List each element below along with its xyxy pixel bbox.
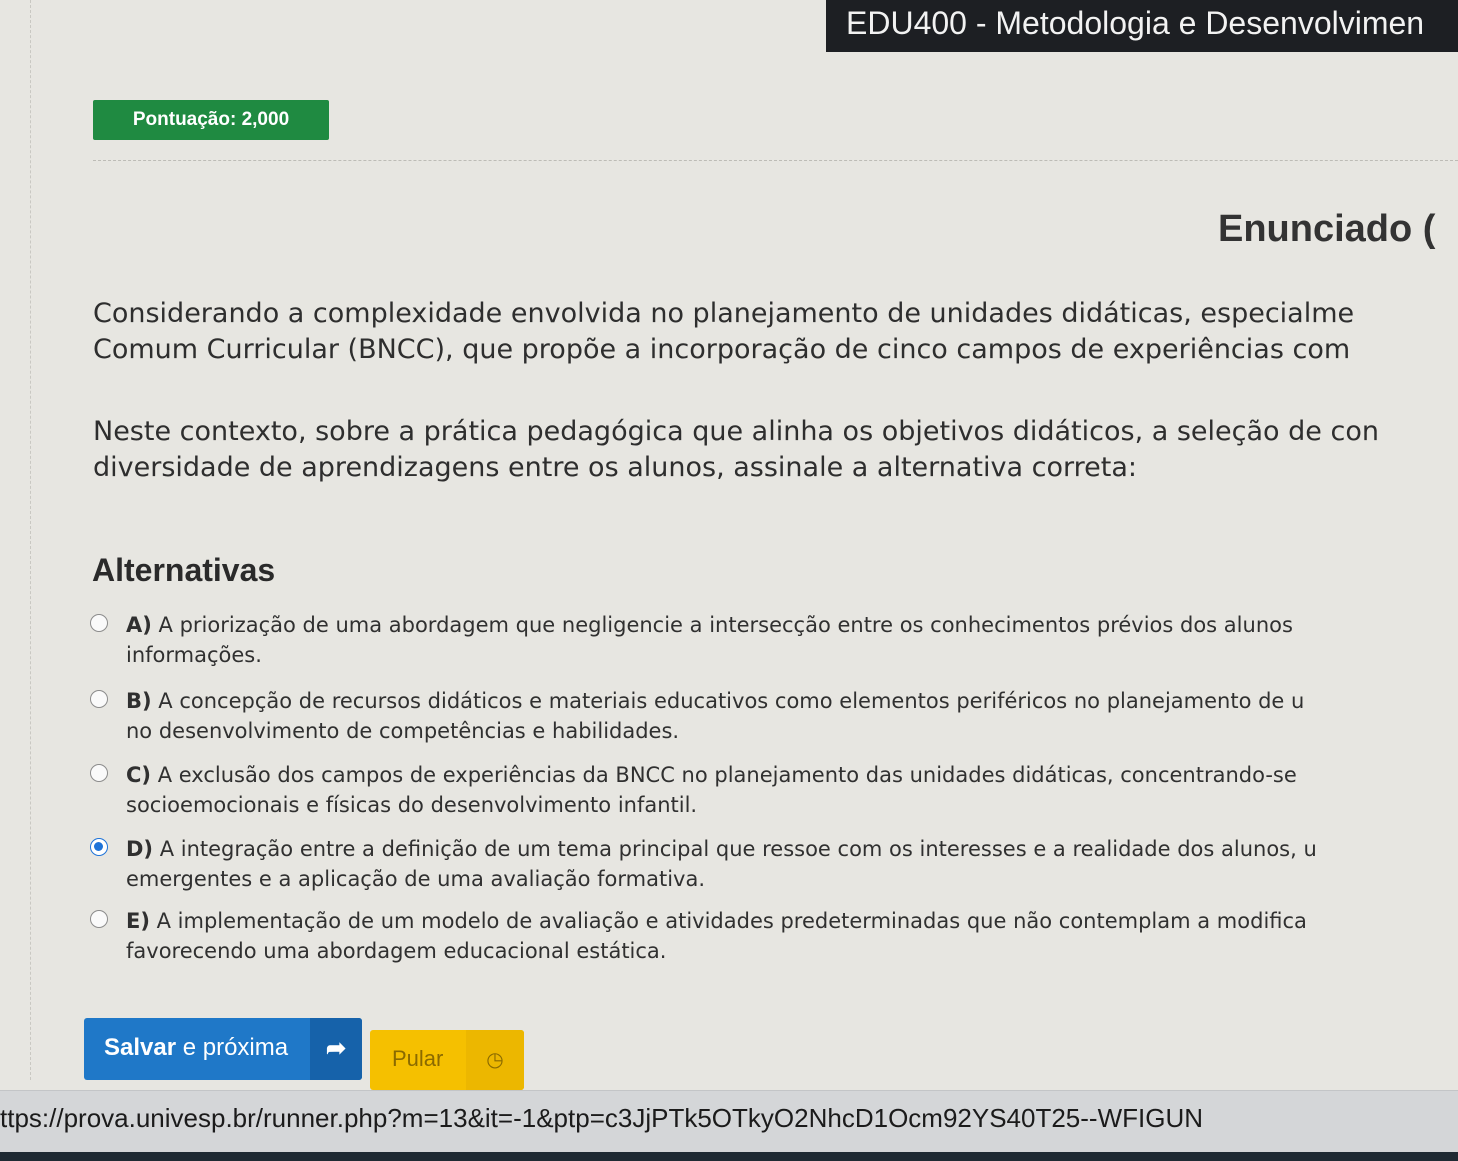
option-text-line: A concepção de recursos didáticos e mate… bbox=[151, 689, 1305, 713]
alternative-b-text[interactable]: B) A concepção de recursos didáticos e m… bbox=[126, 686, 1458, 746]
score-badge: Pontuação: 2,000 bbox=[93, 100, 329, 140]
course-title: EDU400 - Metodologia e Desenvolvimen bbox=[846, 5, 1425, 41]
radio-button-b[interactable] bbox=[90, 690, 108, 708]
alternative-a[interactable]: A) A priorização de uma abordagem que ne… bbox=[88, 610, 1458, 680]
option-text-line: socioemocionais e físicas do desenvolvim… bbox=[126, 793, 698, 817]
option-text-line: favorecendo uma abordagem educacional es… bbox=[126, 939, 667, 963]
statement-line: Comum Curricular (BNCC), que propõe a in… bbox=[93, 334, 1351, 365]
option-text-line: A priorização de uma abordagem que negli… bbox=[151, 613, 1293, 637]
radio-button-e[interactable] bbox=[90, 910, 108, 928]
statement-line: Considerando a complexidade envolvida no… bbox=[93, 298, 1355, 329]
section-divider bbox=[93, 160, 1458, 161]
option-text-line: A exclusão dos campos de experiências da… bbox=[151, 763, 1297, 787]
save-label-bold: Salvar bbox=[104, 1034, 177, 1061]
option-text-line: A integração entre a definição de um tem… bbox=[153, 837, 1317, 861]
option-letter: D) bbox=[126, 837, 154, 861]
course-title-bar: EDU400 - Metodologia e Desenvolvimen bbox=[826, 0, 1458, 52]
statement-line: diversidade de aprendizagens entre os al… bbox=[93, 452, 1137, 483]
alternative-b[interactable]: B) A concepção de recursos didáticos e m… bbox=[88, 686, 1458, 756]
statement-heading: Enunciado ( bbox=[1218, 208, 1436, 250]
radio-button-c[interactable] bbox=[90, 764, 108, 782]
alternative-c[interactable]: C) A exclusão dos campos de experiências… bbox=[88, 760, 1458, 830]
browser-status-bar: ttps://prova.univesp.br/runner.php?m=13&… bbox=[0, 1090, 1458, 1161]
option-text-line: informações. bbox=[126, 643, 262, 667]
option-text-line: emergentes e a aplicação de uma avaliaçã… bbox=[126, 867, 705, 891]
os-taskbar bbox=[0, 1152, 1458, 1161]
clock-icon: ◷ bbox=[466, 1030, 524, 1090]
statement-paragraph-2: Neste contexto, sobre a prática pedagógi… bbox=[93, 414, 1458, 486]
arrow-right-icon: ➦ bbox=[310, 1018, 362, 1080]
status-url: ttps://prova.univesp.br/runner.php?m=13&… bbox=[0, 1103, 1204, 1133]
option-letter: A) bbox=[126, 613, 152, 637]
option-letter: E) bbox=[126, 909, 150, 933]
option-text-line: no desenvolvimento de competências e hab… bbox=[126, 719, 680, 743]
save-label-rest: e próxima bbox=[176, 1034, 289, 1061]
option-letter: B) bbox=[126, 689, 152, 713]
left-margin-rule bbox=[30, 0, 31, 1080]
skip-label: Pular bbox=[392, 1046, 444, 1071]
alternative-d[interactable]: D) A integração entre a definição de um … bbox=[88, 834, 1458, 904]
alternative-c-text[interactable]: C) A exclusão dos campos de experiências… bbox=[126, 760, 1458, 820]
radio-button-a[interactable] bbox=[90, 614, 108, 632]
skip-button[interactable]: Pular ◷ bbox=[370, 1030, 524, 1090]
alternative-e-text[interactable]: E) A implementação de um modelo de avali… bbox=[126, 906, 1458, 966]
save-and-next-label: Salvar e próxima bbox=[104, 1034, 288, 1062]
statement-line: Neste contexto, sobre a prática pedagógi… bbox=[93, 416, 1379, 447]
alternative-e[interactable]: E) A implementação de um modelo de avali… bbox=[88, 906, 1458, 976]
alternative-a-text[interactable]: A) A priorização de uma abordagem que ne… bbox=[126, 610, 1458, 670]
option-letter: C) bbox=[126, 763, 152, 787]
radio-button-d-selected[interactable] bbox=[90, 838, 108, 856]
alternatives-heading: Alternativas bbox=[92, 552, 276, 588]
save-and-next-button[interactable]: Salvar e próxima ➦ bbox=[84, 1018, 362, 1080]
alternative-d-text[interactable]: D) A integração entre a definição de um … bbox=[126, 834, 1458, 894]
option-text-line: A implementação de um modelo de avaliaçã… bbox=[149, 909, 1307, 933]
statement-paragraph-1: Considerando a complexidade envolvida no… bbox=[93, 296, 1458, 368]
